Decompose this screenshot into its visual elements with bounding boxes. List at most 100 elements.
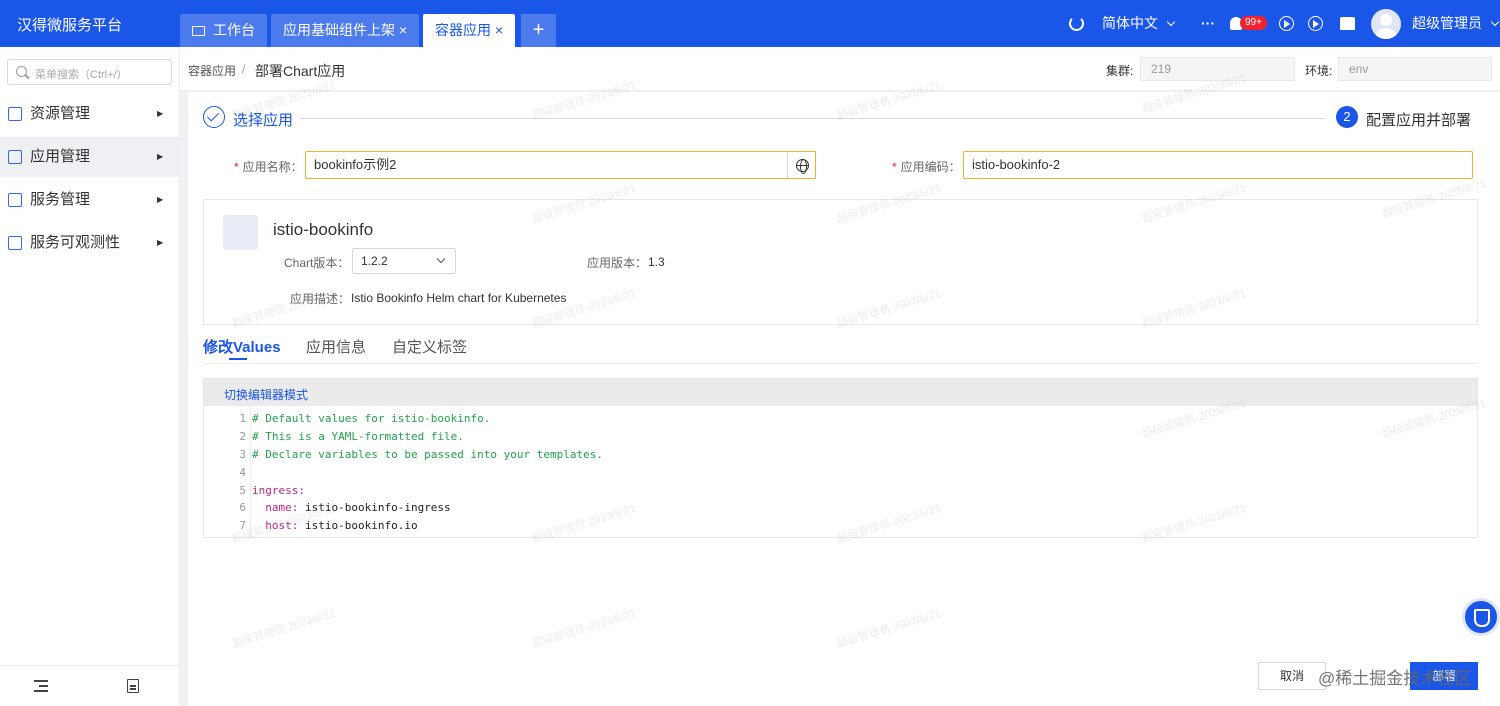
code-text: # This is a YAML-formatted file. (252, 430, 464, 443)
more-icon[interactable]: ··· (1201, 0, 1215, 47)
sidebar-item-services[interactable]: 服务管理 ▶ (0, 180, 180, 220)
deploy-panel: 选择应用 2 配置应用并部署 * 应用名称： bookinfo示例2 * 应用编码：… (188, 92, 1500, 706)
code-text: ingress: (252, 484, 305, 497)
breadcrumb: 容器应用 / 部署Chart应用 集群: 219 环境: env (180, 47, 1500, 91)
loading-icon[interactable] (1069, 0, 1084, 47)
code-line: 6 name: istio-bookinfo-ingress (204, 499, 1477, 517)
shirt-icon[interactable] (1340, 0, 1355, 47)
sidebar-item-apps[interactable]: 应用管理 ▶ (0, 137, 180, 177)
code-line: 7 host: istio-bookinfo.io (204, 517, 1477, 535)
add-tab-button[interactable]: + (521, 14, 556, 47)
code-text: # Default values for istio-bookinfo. (252, 412, 491, 425)
i18n-button[interactable] (787, 151, 816, 179)
app-code-label: * 应用编码： (892, 160, 961, 174)
user-menu[interactable]: 超级管理员 (1412, 0, 1500, 47)
tab-label: 容器应用 (435, 22, 491, 38)
chart-version-select[interactable]: 1.2.2 (352, 248, 456, 274)
play-circle-icon[interactable] (1308, 0, 1323, 47)
tabs-divider (203, 363, 1478, 364)
line-number: 3 (239, 448, 246, 461)
tab-container-app[interactable]: 容器应用 × (423, 14, 516, 47)
caret-right-icon: ▶ (157, 238, 164, 247)
tab-values[interactable]: 修改Values (203, 336, 281, 357)
chart-version-value: 1.2.2 (361, 254, 388, 268)
search-placeholder: 菜单搜索（Ctrl+/） (35, 69, 128, 81)
sidebar-item-label: 应用管理 (30, 148, 91, 165)
cancel-button[interactable]: 取消 (1258, 662, 1326, 690)
tab-app-components[interactable]: 应用基础组件上架 × (271, 14, 420, 47)
values-editor[interactable]: 切换编辑器模式 1 # Default values for istio-boo… (203, 378, 1478, 538)
caret-right-icon: ▶ (157, 152, 164, 161)
code-text: # Declare variables to be passed into yo… (252, 448, 603, 461)
language-switch[interactable]: 简体中文 (1102, 0, 1176, 47)
code-text: host: istio-bookinfo.io (252, 519, 418, 532)
avatar[interactable] (1371, 9, 1401, 39)
line-number: 6 (239, 501, 246, 514)
sidebar-item-observability[interactable]: 服务可观测性 ▶ (0, 223, 180, 263)
chevron-down-icon (436, 254, 446, 264)
step-connector (300, 118, 1325, 119)
breadcrumb-parent[interactable]: 容器应用 (188, 62, 236, 79)
sidebar-item-label: 资源管理 (30, 105, 91, 122)
chart-info-card: istio-bookinfo Chart版本： 1.2.2 应用版本： 1.3 … (203, 199, 1478, 325)
description-label: 应用描述： (290, 292, 351, 306)
tab-workbench[interactable]: 工作台 (180, 14, 267, 47)
tab-app-info[interactable]: 应用信息 (306, 336, 366, 357)
sidebar-footer (0, 665, 180, 706)
active-tab-indicator (229, 358, 247, 360)
menu-search-input[interactable]: 菜单搜索（Ctrl+/） (7, 59, 172, 85)
chart-version-label: Chart版本： (284, 256, 350, 270)
breadcrumb-current: 部署Chart应用 (255, 63, 346, 79)
sidebar-item-resources[interactable]: 资源管理 ▶ (0, 94, 180, 134)
code-line: 4 (204, 464, 1477, 482)
step-number: 2 (1336, 106, 1358, 128)
notification-badge: 99+ (1240, 16, 1267, 30)
caret-right-icon: ▶ (157, 195, 164, 204)
code-text: name: istio-bookinfo-ingress (252, 501, 451, 514)
cluster-field: 219 (1140, 57, 1295, 81)
monitor-icon (192, 26, 205, 36)
app-code-input[interactable]: istio-bookinfo-2 (963, 151, 1473, 179)
cube-icon (8, 107, 22, 121)
close-icon[interactable]: × (495, 22, 503, 38)
chevron-down-icon (1490, 17, 1500, 27)
service-icon (8, 193, 22, 207)
code-line: 3 # Declare variables to be passed into … (204, 446, 1477, 464)
tab-label: 应用基础组件上架 (283, 22, 395, 38)
chart-name: istio-bookinfo (273, 220, 374, 239)
assistant-float-button[interactable] (1462, 598, 1500, 636)
app-name-input[interactable]: bookinfo示例2 (305, 151, 788, 179)
editor-toolbar: 切换编辑器模式 (204, 379, 1477, 406)
app-version-label: 应用版本： (587, 256, 648, 270)
search-icon (16, 66, 27, 77)
sidebar: 菜单搜索（Ctrl+/） 资源管理 ▶ 应用管理 ▶ 服务管理 ▶ 服务可观测性… (0, 47, 180, 706)
document-icon[interactable] (127, 679, 139, 693)
breadcrumb-separator: / (242, 62, 246, 76)
env-label: 环境: (1305, 64, 1333, 78)
step-select-app[interactable]: 选择应用 (233, 109, 293, 130)
env-field: env (1338, 57, 1492, 81)
switch-editor-mode-button[interactable]: 切换编辑器模式 (224, 386, 308, 403)
line-number: 4 (239, 466, 246, 479)
language-label: 简体中文 (1102, 15, 1158, 31)
globe-icon (796, 159, 809, 174)
line-number: 1 (239, 412, 246, 425)
cube-icon (8, 150, 22, 164)
close-icon[interactable]: × (399, 22, 407, 38)
top-bar: 汉得微服务平台 工作台 应用基础组件上架 × 容器应用 × + 简体中文 ··· 9… (0, 0, 1500, 47)
step-configure-deploy: 配置应用并部署 (1366, 112, 1472, 129)
app-version-value: 1.3 (648, 255, 665, 269)
cluster-label: 集群: (1106, 64, 1134, 78)
chart-logo (223, 215, 258, 250)
description-value: Istio Bookinfo Helm chart for Kubernetes (351, 291, 567, 305)
play-circle-icon[interactable] (1279, 0, 1294, 47)
brand-title: 汉得微服务平台 (17, 17, 123, 34)
line-number: 2 (239, 430, 246, 443)
code-line: 5 ingress: (204, 482, 1477, 500)
app-name-label: * 应用名称： (234, 160, 303, 174)
tab-custom-labels[interactable]: 自定义标签 (392, 336, 467, 357)
collapse-menu-icon[interactable] (34, 680, 48, 692)
sidebar-item-label: 服务管理 (30, 191, 91, 208)
line-number: 5 (239, 484, 246, 497)
sidebar-item-label: 服务可观测性 (30, 234, 121, 251)
